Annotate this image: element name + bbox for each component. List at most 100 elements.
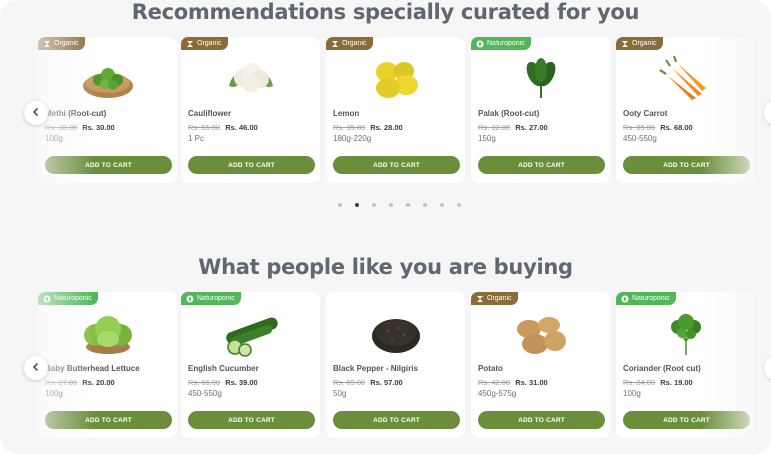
sale-price: Rs. 30.00 bbox=[82, 123, 115, 132]
price-row: Rs. 69.00 Rs. 57.00 bbox=[333, 378, 403, 387]
carousel-next-button[interactable] bbox=[764, 356, 771, 380]
add-to-cart-button[interactable]: ADD TO CART bbox=[188, 411, 315, 429]
naturoponic-drop-icon bbox=[42, 294, 51, 303]
chevron-left-icon bbox=[31, 104, 41, 122]
product-card[interactable]: Organic Cauliflower Rs. 55.00 Rs. 46.00 … bbox=[181, 37, 320, 183]
organic-badge: Organic bbox=[326, 37, 373, 50]
price-row: Rs. 66.00 Rs. 39.00 bbox=[188, 378, 258, 387]
add-to-cart-button[interactable]: ADD TO CART bbox=[333, 411, 460, 429]
product-quantity: 450g-575g bbox=[478, 389, 517, 398]
original-price: Rs. 69.00 bbox=[333, 378, 366, 387]
price-row: Rs. 55.00 Rs. 46.00 bbox=[188, 123, 258, 132]
organic-leaf-icon bbox=[42, 39, 51, 48]
price-row: Rs. 38.00 Rs. 30.00 bbox=[45, 123, 115, 132]
sale-price: Rs. 57.00 bbox=[370, 378, 403, 387]
pagination-dot[interactable] bbox=[338, 203, 342, 207]
carousel-prev-button[interactable] bbox=[24, 101, 48, 125]
naturoponic-drop-icon bbox=[185, 294, 194, 303]
pagination-dot-active[interactable] bbox=[355, 203, 359, 207]
product-card[interactable]: Organic Potato Rs. 42.00 Rs. 31.00 450g-… bbox=[471, 292, 610, 438]
coriander-image[interactable] bbox=[658, 311, 714, 357]
product-card[interactable]: Naturoponic Baby Butterhead Lettuce Rs. … bbox=[38, 292, 177, 438]
product-card[interactable]: Black Pepper - Nilgiris Rs. 69.00 Rs. 57… bbox=[326, 292, 465, 438]
product-card[interactable]: Organic Methi (Root-cut) Rs. 38.00 Rs. 3… bbox=[38, 37, 177, 183]
original-price: Rs. 27.00 bbox=[45, 378, 78, 387]
product-name[interactable]: Potato bbox=[478, 364, 503, 373]
original-price: Rs. 66.00 bbox=[188, 378, 221, 387]
sale-price: Rs. 31.00 bbox=[515, 378, 548, 387]
sale-price: Rs. 39.00 bbox=[225, 378, 258, 387]
section-title-people-buying: What people like you are buying bbox=[198, 255, 573, 279]
cucumber-image[interactable] bbox=[223, 311, 279, 357]
carrot-image[interactable] bbox=[658, 56, 714, 102]
palak-image[interactable] bbox=[513, 56, 569, 102]
add-to-cart-button[interactable]: ADD TO CART bbox=[623, 156, 750, 174]
carousel-next-button[interactable] bbox=[764, 101, 771, 125]
product-name[interactable]: English Cucumber bbox=[188, 364, 259, 373]
original-price: Rs. 38.00 bbox=[45, 123, 78, 132]
product-quantity: 1 Pc bbox=[188, 134, 205, 143]
product-name[interactable]: Methi (Root-cut) bbox=[45, 109, 106, 118]
original-price: Rs. 55.00 bbox=[188, 123, 221, 132]
original-price: Rs. 32.00 bbox=[478, 123, 511, 132]
add-to-cart-button[interactable]: ADD TO CART bbox=[623, 411, 750, 429]
product-card[interactable]: Organic Ooty Carrot Rs. 85.00 Rs. 68.00 … bbox=[616, 37, 755, 183]
product-quantity: 50g bbox=[333, 389, 347, 398]
price-row: Rs. 24.00 Rs. 19.00 bbox=[623, 378, 693, 387]
potato-image[interactable] bbox=[513, 311, 569, 357]
add-to-cart-button[interactable]: ADD TO CART bbox=[45, 156, 172, 174]
naturoponic-badge: Naturoponic bbox=[38, 292, 98, 305]
price-row: Rs. 85.00 Rs. 68.00 bbox=[623, 123, 693, 132]
organic-badge: Organic bbox=[616, 37, 663, 50]
organic-badge: Organic bbox=[38, 37, 85, 50]
black-pepper-image[interactable] bbox=[368, 311, 424, 357]
sale-price: Rs. 20.00 bbox=[82, 378, 115, 387]
organic-leaf-icon bbox=[475, 294, 484, 303]
price-row: Rs. 27.00 Rs. 20.00 bbox=[45, 378, 115, 387]
add-to-cart-button[interactable]: ADD TO CART bbox=[478, 156, 605, 174]
product-quantity: 180g-220g bbox=[333, 134, 372, 143]
organic-badge: Organic bbox=[471, 292, 518, 305]
sale-price: Rs. 28.00 bbox=[370, 123, 403, 132]
add-to-cart-button[interactable]: ADD TO CART bbox=[478, 411, 605, 429]
organic-leaf-icon bbox=[185, 39, 194, 48]
sale-price: Rs. 27.00 bbox=[515, 123, 548, 132]
organic-leaf-icon bbox=[330, 39, 339, 48]
product-name[interactable]: Coriander (Root cut) bbox=[623, 364, 701, 373]
methi-image[interactable] bbox=[80, 56, 136, 102]
product-name[interactable]: Palak (Root-cut) bbox=[478, 109, 539, 118]
add-to-cart-button[interactable]: ADD TO CART bbox=[333, 156, 460, 174]
product-card[interactable]: Organic Lemon Rs. 35.00 Rs. 28.00 180g-2… bbox=[326, 37, 465, 183]
product-quantity: 450-550g bbox=[188, 389, 222, 398]
pagination-dot[interactable] bbox=[440, 203, 444, 207]
original-price: Rs. 24.00 bbox=[623, 378, 656, 387]
product-card[interactable]: Naturoponic English Cucumber Rs. 66.00 R… bbox=[181, 292, 320, 438]
product-name[interactable]: Cauliflower bbox=[188, 109, 231, 118]
section-title-recommendations: Recommendations specially curated for yo… bbox=[131, 0, 640, 24]
lemon-image[interactable] bbox=[368, 56, 424, 102]
pagination-dot[interactable] bbox=[423, 203, 427, 207]
product-quantity: 100g bbox=[623, 389, 641, 398]
product-quantity: 100g bbox=[45, 134, 63, 143]
product-name[interactable]: Black Pepper - Nilgiris bbox=[333, 364, 418, 373]
product-quantity: 150g bbox=[478, 134, 496, 143]
product-name[interactable]: Lemon bbox=[333, 109, 359, 118]
original-price: Rs. 42.00 bbox=[478, 378, 511, 387]
lettuce-image[interactable] bbox=[80, 311, 136, 357]
price-row: Rs. 32.00 Rs. 27.00 bbox=[478, 123, 548, 132]
product-card[interactable]: Naturoponic Palak (Root-cut) Rs. 32.00 R… bbox=[471, 37, 610, 183]
pagination-dot[interactable] bbox=[457, 203, 461, 207]
pagination-dot[interactable] bbox=[389, 203, 393, 207]
add-to-cart-button[interactable]: ADD TO CART bbox=[188, 156, 315, 174]
product-card[interactable]: Naturoponic Coriander (Root cut) Rs. 24.… bbox=[616, 292, 755, 438]
carousel-prev-button[interactable] bbox=[24, 356, 48, 380]
sale-price: Rs. 46.00 bbox=[225, 123, 258, 132]
original-price: Rs. 85.00 bbox=[623, 123, 656, 132]
price-row: Rs. 35.00 Rs. 28.00 bbox=[333, 123, 403, 132]
product-name[interactable]: Baby Butterhead Lettuce bbox=[45, 364, 140, 373]
pagination-dot[interactable] bbox=[372, 203, 376, 207]
cauliflower-image[interactable] bbox=[223, 56, 279, 102]
product-name[interactable]: Ooty Carrot bbox=[623, 109, 667, 118]
pagination-dot[interactable] bbox=[406, 203, 410, 207]
add-to-cart-button[interactable]: ADD TO CART bbox=[45, 411, 172, 429]
